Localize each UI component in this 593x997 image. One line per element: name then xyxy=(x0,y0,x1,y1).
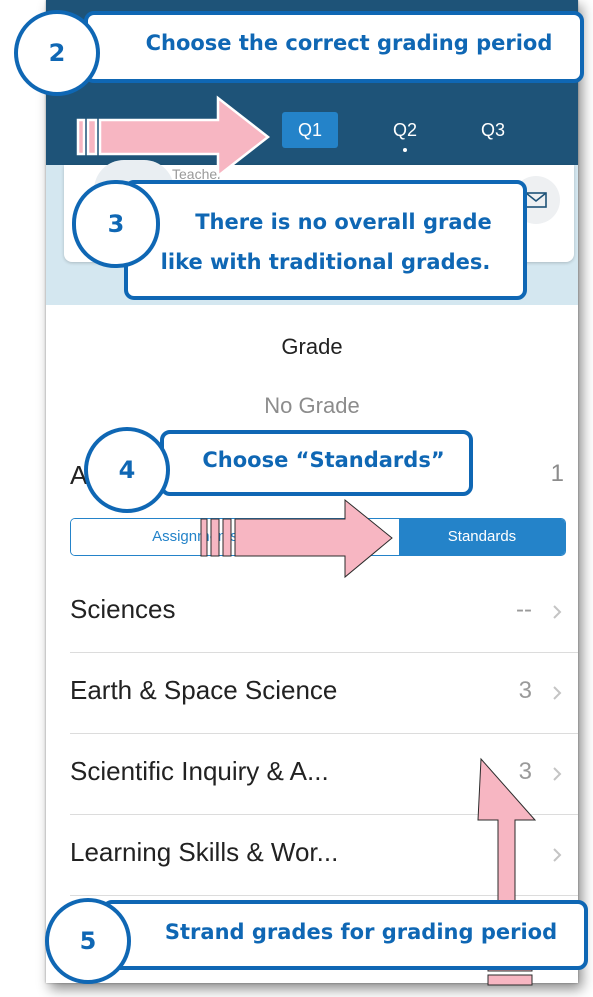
annotation-arrows xyxy=(76,95,537,986)
arrow-to-standards xyxy=(200,498,393,579)
callout-5-text: Strand grades for grading period xyxy=(164,920,558,944)
step-badge-4: 4 xyxy=(84,427,170,513)
step-badge-3: 3 xyxy=(72,180,160,268)
callout-4: Choose “Standards” xyxy=(160,430,473,496)
callout-5: Strand grades for grading period xyxy=(102,900,588,970)
step-badge-5: 5 xyxy=(45,898,131,984)
callout-3-line1: There is no overall grade xyxy=(195,210,492,234)
callout-3-line2: like with traditional grades. xyxy=(160,250,491,274)
callout-2-text: Choose the correct grading period xyxy=(145,31,553,55)
step-badge-2: 2 xyxy=(14,10,100,96)
callout-3: There is no overall grade like with trad… xyxy=(124,180,527,300)
callout-2: Choose the correct grading period xyxy=(84,11,584,83)
arrow-to-q1 xyxy=(76,95,271,179)
callout-4-text: Choose “Standards” xyxy=(202,448,445,472)
